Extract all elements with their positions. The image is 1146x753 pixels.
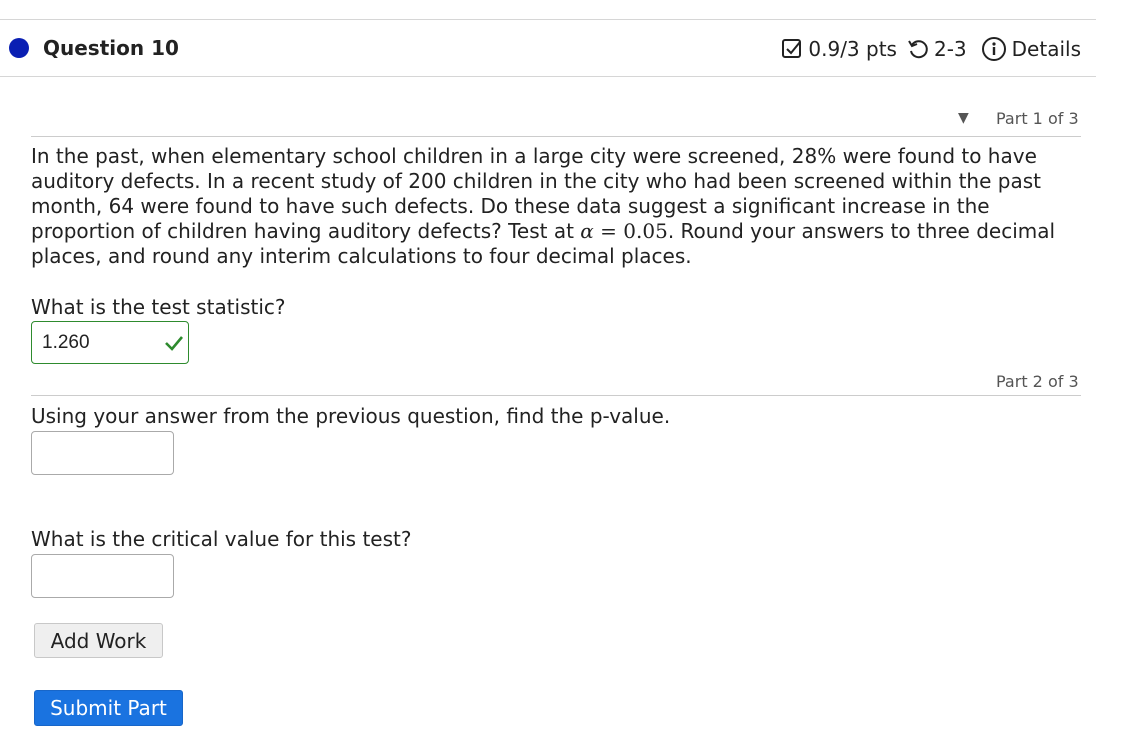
pvalue-input[interactable] — [31, 431, 174, 475]
critical-value-prompt: What is the critical value for this test… — [31, 527, 412, 551]
part2-label: Part 2 of 3 — [996, 372, 1079, 391]
info-icon — [981, 36, 1007, 62]
test-statistic-answer[interactable]: 1.260 — [31, 321, 189, 364]
question-header: Question 10 0.9/3 pts 2-3 Details — [0, 20, 1096, 76]
test-statistic-value: 1.260 — [42, 332, 90, 353]
part2-divider — [31, 395, 1081, 396]
header-divider — [0, 76, 1096, 77]
equals-sign: = — [593, 219, 624, 243]
part1-label: Part 1 of 3 — [996, 109, 1079, 128]
attempts-text: 2-3 — [933, 37, 967, 61]
retry-icon — [907, 38, 929, 60]
critical-value-input[interactable] — [31, 554, 174, 598]
pvalue-prompt: Using your answer from the previous ques… — [31, 404, 671, 428]
details-label: Details — [1011, 37, 1081, 61]
question-text: In the past, when elementary school chil… — [31, 144, 1081, 269]
part1-divider — [31, 136, 1081, 137]
checkbox-icon — [781, 38, 803, 60]
status-dot-icon — [9, 38, 29, 58]
points-group: 0.9/3 pts — [781, 37, 897, 61]
alpha-symbol: α — [580, 219, 594, 243]
header-meta: 0.9/3 pts 2-3 Details — [771, 36, 1081, 62]
alpha-value: 0.05 — [623, 219, 668, 243]
add-work-button[interactable]: Add Work — [34, 623, 163, 658]
submit-part-button[interactable]: Submit Part — [34, 690, 183, 726]
points-text: 0.9/3 pts — [808, 37, 897, 61]
collapse-triangle-icon[interactable]: ▼ — [958, 110, 969, 126]
attempts-group[interactable]: 2-3 — [907, 37, 967, 61]
test-statistic-prompt: What is the test statistic? — [31, 295, 286, 319]
details-button[interactable]: Details — [981, 36, 1081, 62]
check-icon — [164, 334, 184, 356]
question-title: Question 10 — [43, 36, 179, 60]
